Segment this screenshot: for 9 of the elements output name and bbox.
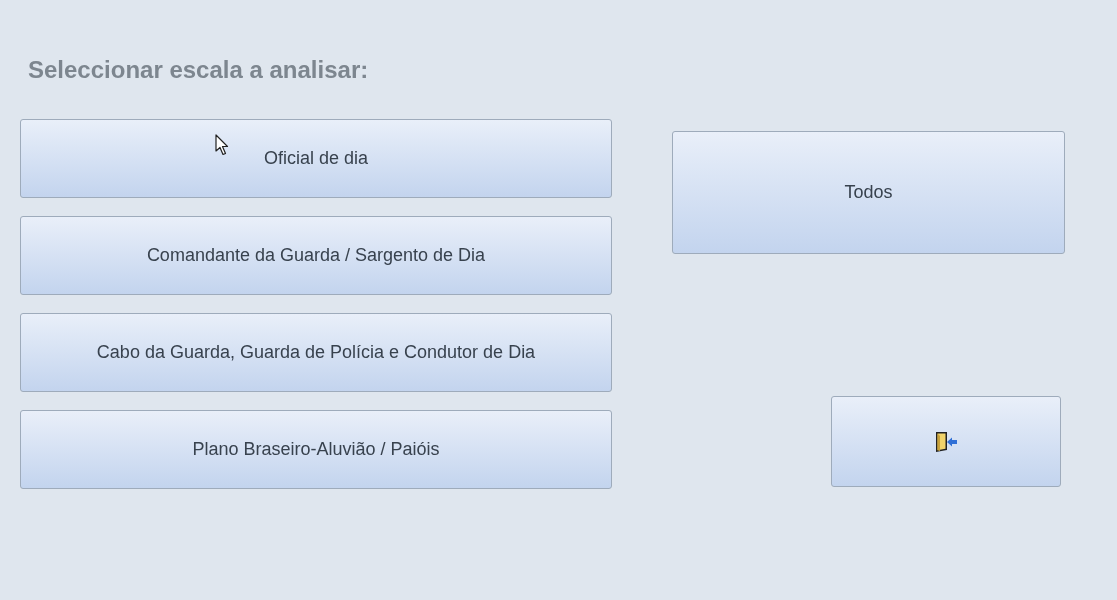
door-exit-icon: [934, 429, 958, 454]
scale-button[interactable]: Plano Braseiro-Aluvião / Paióis: [20, 410, 612, 489]
all-button[interactable]: Todos: [672, 131, 1065, 254]
heading: Seleccionar escala a analisar:: [28, 55, 369, 85]
exit-button[interactable]: [831, 396, 1061, 487]
mouse-pointer-icon: [215, 134, 229, 156]
scale-button[interactable]: Cabo da Guarda, Guarda de Polícia e Condutor de Dia: [20, 313, 612, 392]
scale-button[interactable]: Oficial de dia: [20, 119, 612, 198]
scale-button[interactable]: Comandante da Guarda / Sargento de Dia: [20, 216, 612, 295]
